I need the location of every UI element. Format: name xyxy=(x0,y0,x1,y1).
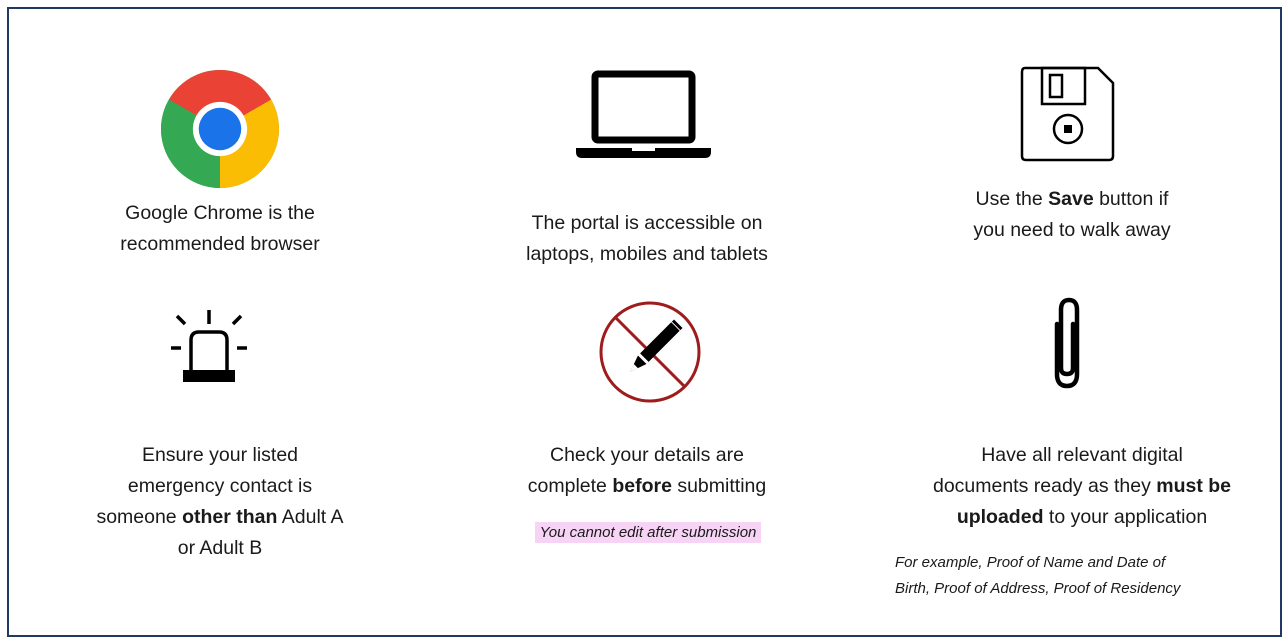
chrome-logo-icon xyxy=(161,70,279,188)
laptop-icon xyxy=(576,70,711,158)
tip-emergency-line3-post: Adult A xyxy=(277,506,344,528)
tip-chrome-line2: recommended browser xyxy=(120,233,320,255)
tip-documents-line2: documents ready as they must be xyxy=(912,471,1252,502)
no-edit-icon xyxy=(599,301,701,403)
tip-check-text: Check your details are complete before s… xyxy=(507,440,787,502)
tip-save-line2: you need to walk away xyxy=(973,219,1171,241)
tip-emergency-line1: Ensure your listed xyxy=(141,444,299,466)
tip-documents-line3: uploaded to your application xyxy=(912,502,1252,533)
tip-save-line1-post: button if xyxy=(1093,188,1169,210)
floppy-disk-icon xyxy=(1020,66,1115,162)
must-be-emphasis: must be xyxy=(1156,475,1232,497)
tip-save-text: Use the Save button if you need to walk … xyxy=(912,184,1232,246)
tip-emergency-line2: emergency contact is xyxy=(127,475,313,497)
tip-devices-text: The portal is accessible on laptops, mob… xyxy=(487,208,807,270)
tip-documents-text: Have all relevant digital documents read… xyxy=(912,440,1252,533)
tip-check-line2-pre: complete xyxy=(527,475,613,497)
edit-warning-highlight: You cannot edit after submission xyxy=(534,522,762,543)
tip-save-line1-pre: Use the xyxy=(975,188,1049,210)
uploaded-emphasis: uploaded xyxy=(956,506,1044,528)
save-emphasis: Save xyxy=(1048,188,1094,210)
tip-documents-line3-post: to your application xyxy=(1043,506,1208,528)
tip-devices-line2: laptops, mobiles and tablets xyxy=(526,243,768,265)
tip-documents-note-line1: For example, Proof of Name and Date of xyxy=(895,554,1166,571)
tip-documents-note: For example, Proof of Name and Date of B… xyxy=(895,550,1275,602)
tip-documents-line1: Have all relevant digital xyxy=(981,444,1183,466)
tip-documents-note-line2: Birth, Proof of Address, Proof of Reside… xyxy=(895,580,1181,597)
tip-check-line2-post: submitting xyxy=(671,475,767,497)
tip-emergency-line4: or Adult B xyxy=(177,537,263,559)
tip-devices-line1: The portal is accessible on xyxy=(531,212,763,234)
paperclip-icon xyxy=(1054,297,1080,389)
tip-emergency-text: Ensure your listed emergency contact is … xyxy=(60,440,380,564)
tip-documents-line2-pre: documents ready as they xyxy=(932,475,1157,497)
before-emphasis: before xyxy=(612,475,672,497)
tip-check-line2: complete before submitting xyxy=(507,471,787,502)
siren-icon xyxy=(171,310,247,382)
tip-check-note: You cannot edit after submission xyxy=(526,520,770,546)
tip-chrome-line1: Google Chrome is the xyxy=(125,202,315,224)
tip-save-line1: Use the Save button if xyxy=(912,184,1232,215)
other-than-emphasis: other than xyxy=(182,506,278,528)
tip-check-line1: Check your details are xyxy=(549,444,744,466)
tip-emergency-line3-pre: someone xyxy=(96,506,183,528)
tip-emergency-line3: someone other than Adult A xyxy=(60,502,380,533)
tip-chrome-text: Google Chrome is the recommended browser xyxy=(60,198,380,260)
